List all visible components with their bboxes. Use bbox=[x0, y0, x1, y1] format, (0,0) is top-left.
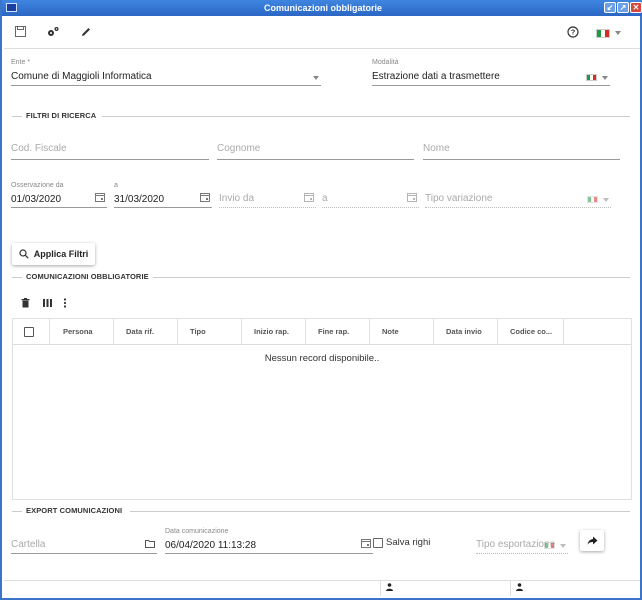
cartella-placeholder: Cartella bbox=[11, 539, 46, 550]
cod-fiscale-placeholder: Cod. Fiscale bbox=[11, 143, 67, 154]
trash-icon[interactable] bbox=[21, 298, 30, 311]
export-button[interactable] bbox=[580, 530, 604, 551]
help-icon[interactable]: ? bbox=[566, 26, 580, 40]
nome-placeholder: Nome bbox=[423, 143, 450, 154]
osservazione-a-value: 31/03/2020 bbox=[114, 194, 165, 205]
chevron-down-icon bbox=[615, 31, 621, 36]
calendar-icon[interactable] bbox=[200, 192, 210, 204]
column-header-data-rif[interactable]: Data rif. bbox=[114, 319, 178, 345]
column-header-data-invio[interactable]: Data invio bbox=[434, 319, 498, 345]
data-comunicazione-label: Data comunicazione bbox=[165, 528, 229, 535]
title-bar: Comunicazioni obbligatorie ↙ ↗ ✕ bbox=[2, 0, 642, 16]
more-vertical-icon[interactable] bbox=[63, 298, 67, 311]
comunicazioni-section-title: COMUNICAZIONI OBBLIGATORIE bbox=[26, 272, 149, 281]
column-header-note[interactable]: Note bbox=[370, 319, 434, 345]
invio-da-date-input[interactable]: Invio da bbox=[219, 192, 316, 208]
apply-filters-label: Applica Filtri bbox=[33, 249, 89, 259]
user-icon bbox=[516, 583, 523, 591]
apply-filters-button[interactable]: Applica Filtri bbox=[12, 243, 95, 265]
window-title: Comunicazioni obbligatorie bbox=[263, 3, 382, 13]
restore-window-button[interactable]: ↙ bbox=[604, 2, 616, 13]
italian-flag-icon bbox=[586, 74, 597, 82]
italian-flag-icon bbox=[544, 542, 555, 550]
italian-flag-icon bbox=[596, 28, 610, 38]
select-all-checkbox[interactable] bbox=[13, 319, 50, 345]
cartella-input[interactable]: Cartella bbox=[11, 538, 157, 554]
chevron-down-icon bbox=[602, 75, 608, 80]
cognome-input[interactable]: Cognome bbox=[217, 142, 414, 160]
language-flag-dropdown bbox=[544, 540, 566, 550]
tipo-esportazione-select[interactable]: Tipo esportazione bbox=[476, 538, 568, 554]
table-header: Persona Data rif. Tipo Inizio rap. Fine … bbox=[13, 319, 631, 345]
filters-section-header: FILTRI DI RICERCA bbox=[12, 110, 632, 122]
save-icon[interactable] bbox=[13, 26, 27, 40]
data-comunicazione-input[interactable]: Data comunicazione 06/04/2020 11:13:28 bbox=[165, 527, 373, 554]
cognome-placeholder: Cognome bbox=[217, 143, 261, 154]
language-flag-dropdown bbox=[586, 72, 608, 82]
column-header-codice[interactable]: Codice co... bbox=[498, 319, 564, 345]
language-selector[interactable] bbox=[596, 28, 621, 39]
window-controls: ↙ ↗ ✕ bbox=[604, 2, 642, 13]
ente-select[interactable]: Ente * Comune di Maggioli Informatica bbox=[11, 58, 321, 86]
salva-righi-label: Salva righi bbox=[386, 537, 431, 548]
column-header-fine-rap[interactable]: Fine rap. bbox=[306, 319, 370, 345]
osservazione-a-label: a bbox=[114, 182, 118, 189]
tipo-variazione-placeholder: Tipo variazione bbox=[425, 193, 493, 204]
edit-icon[interactable] bbox=[79, 26, 93, 40]
status-bar bbox=[4, 580, 640, 596]
chevron-down-icon bbox=[560, 543, 566, 548]
svg-text:?: ? bbox=[571, 28, 576, 37]
column-header-inizio-rap[interactable]: Inizio rap. bbox=[242, 319, 306, 345]
invio-a-placeholder: a bbox=[322, 193, 328, 204]
user-icon bbox=[386, 583, 393, 591]
chevron-down-icon bbox=[603, 197, 609, 202]
search-icon bbox=[19, 249, 29, 259]
language-flag-dropdown bbox=[587, 194, 609, 204]
share-arrow-icon bbox=[587, 536, 597, 545]
modalita-value: Estrazione dati a trasmettere bbox=[372, 71, 500, 82]
chevron-down-icon bbox=[313, 72, 319, 82]
filters-section-title: FILTRI DI RICERCA bbox=[26, 111, 97, 120]
calendar-icon[interactable] bbox=[407, 192, 417, 204]
close-window-button[interactable]: ✕ bbox=[630, 2, 642, 13]
italian-flag-icon bbox=[587, 196, 598, 204]
calendar-icon[interactable] bbox=[304, 192, 314, 204]
empty-table-message: Nessun record disponibile.. bbox=[264, 353, 380, 364]
comunicazioni-table: Persona Data rif. Tipo Inizio rap. Fine … bbox=[12, 318, 632, 500]
calendar-icon[interactable] bbox=[95, 192, 105, 204]
data-comunicazione-value: 06/04/2020 11:13:28 bbox=[165, 540, 257, 551]
tipo-variazione-select[interactable]: Tipo variazione bbox=[425, 192, 611, 208]
modalita-label: Modalità bbox=[372, 59, 399, 66]
invio-a-date-input[interactable]: a bbox=[322, 192, 419, 208]
column-header-persona[interactable]: Persona bbox=[50, 319, 114, 345]
columns-icon[interactable] bbox=[43, 298, 52, 311]
export-section-title: EXPORT COMUNICAZIONI bbox=[26, 506, 123, 515]
maximize-window-button[interactable]: ↗ bbox=[617, 2, 629, 13]
toolbar: ? bbox=[4, 16, 640, 49]
ente-value: Comune di Maggioli Informatica bbox=[11, 71, 152, 82]
status-user-cell bbox=[380, 581, 510, 596]
invio-da-placeholder: Invio da bbox=[219, 193, 255, 204]
app-window: Comunicazioni obbligatorie ↙ ↗ ✕ ? Ente … bbox=[0, 0, 642, 600]
column-header-tipo[interactable]: Tipo bbox=[178, 319, 242, 345]
nome-input[interactable]: Nome bbox=[423, 142, 620, 160]
status-user-cell-2 bbox=[510, 581, 640, 596]
folder-icon[interactable] bbox=[145, 539, 155, 550]
osservazione-da-date-input[interactable]: Osservazione da 01/03/2020 bbox=[11, 181, 107, 208]
osservazione-a-date-input[interactable]: a 31/03/2020 bbox=[114, 181, 212, 208]
app-icon bbox=[6, 3, 17, 12]
calendar-icon[interactable] bbox=[361, 538, 371, 550]
cod-fiscale-input[interactable]: Cod. Fiscale bbox=[11, 142, 209, 160]
ente-label: Ente * bbox=[11, 59, 31, 66]
osservazione-da-value: 01/03/2020 bbox=[11, 194, 62, 205]
osservazione-da-label: Osservazione da bbox=[11, 182, 64, 189]
comunicazioni-section-header: COMUNICAZIONI OBBLIGATORIE bbox=[12, 271, 632, 283]
modalita-select[interactable]: Modalità Estrazione dati a trasmettere bbox=[372, 58, 610, 86]
export-section-header: EXPORT COMUNICAZIONI bbox=[12, 505, 632, 517]
settings-icon[interactable] bbox=[46, 26, 60, 40]
salva-righi-checkbox[interactable]: Salva righi bbox=[373, 537, 430, 548]
